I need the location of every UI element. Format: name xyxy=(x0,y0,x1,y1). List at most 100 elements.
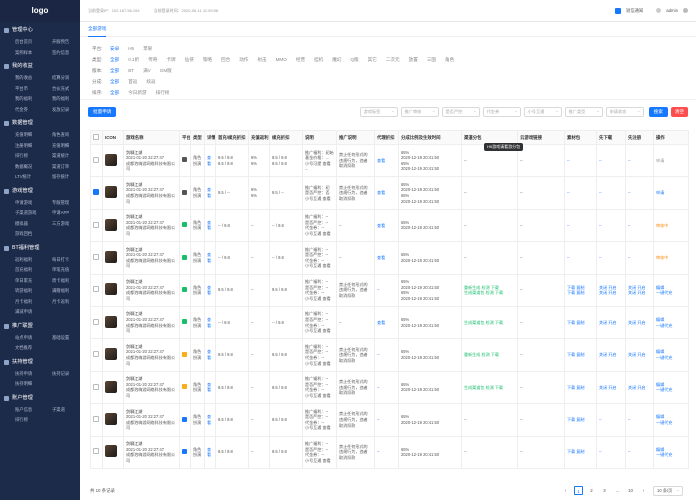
page-button[interactable]: 2 xyxy=(587,486,596,495)
filter-select[interactable]: 小号互通 xyxy=(523,106,562,117)
detail-link[interactable]: 查看 xyxy=(204,241,216,275)
sidebar-item[interactable]: 数据概况 xyxy=(4,162,39,173)
page-button[interactable]: ... xyxy=(613,486,622,495)
sidebar-item[interactable]: 单日累充 xyxy=(4,276,39,287)
sidebar-item[interactable]: 注册明细 xyxy=(4,141,39,152)
register-toggle[interactable]: 关闭 开启 xyxy=(625,370,654,405)
sidebar-item[interactable]: 扶持记录 xyxy=(41,369,76,380)
download-toggle[interactable]: 关闭 开启 关闭 开启 xyxy=(596,273,626,307)
sidebar-item[interactable]: 平台币 xyxy=(4,84,39,95)
sidebar-item[interactable]: LTV统计 xyxy=(4,172,39,183)
material-package[interactable]: 下载 复制 xyxy=(564,435,597,469)
sidebar-section-header[interactable]: 账户管理 xyxy=(4,392,76,405)
sidebar-item[interactable]: 专服管理 xyxy=(41,198,76,209)
material-package[interactable]: -- xyxy=(564,143,597,178)
agent-discount[interactable]: -- xyxy=(374,273,399,307)
filter-option[interactable]: 经营 xyxy=(296,57,305,63)
sidebar-item[interactable]: 子渠道 xyxy=(41,405,76,416)
table-row[interactable]: 剑聊江湖 2021-01-20 22:27:47 成都泡嗨游网络科技有限公司 角色 扮… xyxy=(90,403,689,437)
filter-option[interactable]: 全部 xyxy=(110,79,119,85)
sidebar-item[interactable]: 返利福利 xyxy=(4,255,39,266)
sidebar-item[interactable]: 文档推荐 xyxy=(4,343,39,354)
sidebar-section-header[interactable]: 管理中心 xyxy=(4,24,76,37)
download-toggle[interactable]: 关闭 开启 xyxy=(596,305,626,340)
filter-select[interactable]: 游戏标签 xyxy=(359,106,398,117)
page-button[interactable]: ‹ xyxy=(561,486,570,495)
channel-package[interactable]: 重新生成 检测 下载 生成渠道包 检测 下载 xyxy=(461,273,518,307)
page-size-select[interactable]: 10 条/页 xyxy=(653,485,683,496)
channel-package[interactable]: -- xyxy=(461,176,518,210)
detail-link[interactable]: 查看 xyxy=(204,403,216,437)
sidebar-item[interactable]: 我的收益 xyxy=(4,73,39,84)
sidebar-item[interactable]: 月卡返利 xyxy=(41,297,76,308)
table-row[interactable]: 剑聊江湖 2021-01-20 22:27:47 成都泡嗨游网络科技有限公司 角色 扮… xyxy=(90,305,689,340)
filter-option[interactable]: 放置 xyxy=(409,57,418,63)
bell-icon[interactable] xyxy=(656,8,662,13)
sidebar-item[interactable]: 账户信息 xyxy=(4,405,39,416)
sidebar-item[interactable]: 开服预告 xyxy=(41,37,76,48)
filter-option[interactable]: 排行榜 xyxy=(156,90,170,96)
sidebar-item[interactable]: 申请游戏 xyxy=(4,198,39,209)
filter-option[interactable]: 仙侠 xyxy=(185,57,194,63)
material-package[interactable]: 下载 复制 下载 复制 xyxy=(564,273,597,307)
channel-package[interactable]: -- xyxy=(461,241,518,275)
table-row[interactable]: 剑聊江湖 2021-01-20 22:27:47 成都泡嗨游网络科技有限公司 角色 扮… xyxy=(90,143,689,178)
sidebar-item[interactable]: 我的福利 xyxy=(41,94,76,105)
avatar[interactable] xyxy=(683,8,688,13)
sidebar-item[interactable]: 合伙充式 xyxy=(41,84,76,95)
row-checkbox[interactable] xyxy=(93,254,99,261)
agent-discount[interactable]: 查看 xyxy=(374,143,399,178)
filter-option[interactable]: BT xyxy=(128,68,134,73)
download-toggle[interactable]: -- xyxy=(596,241,626,275)
table-row[interactable]: 剑聊江湖 2021-01-20 22:27:47 成都泡嗨游网络科技有限公司 角色 扮… xyxy=(90,241,689,275)
sidebar-item[interactable]: 渠道订单 xyxy=(41,162,76,173)
sidebar-section-header[interactable]: 推广联盟 xyxy=(4,320,76,333)
sidebar-item[interactable]: 结算分润 xyxy=(41,73,76,84)
filter-select[interactable]: 申请状态 xyxy=(605,106,644,117)
row-actions[interactable]: 审核中 xyxy=(653,208,689,243)
filter-option[interactable]: 卡牌 xyxy=(166,57,175,63)
row-actions[interactable]: 编辑 一键代充 xyxy=(653,370,689,405)
detail-link[interactable]: 查看 xyxy=(204,305,216,340)
download-toggle[interactable]: 关闭 开启 xyxy=(596,370,626,405)
row-actions[interactable]: 审核中 xyxy=(653,241,689,275)
sidebar-item[interactable]: 转游福利 xyxy=(4,286,39,297)
filter-option[interactable]: 策略 xyxy=(203,57,212,63)
filter-option[interactable]: 二次元 xyxy=(386,57,400,63)
batch-apply-button[interactable]: 批量申请 xyxy=(88,106,117,117)
filter-option[interactable]: 魔幻 xyxy=(332,57,341,63)
register-toggle[interactable]: -- xyxy=(625,241,654,275)
table-row[interactable]: 剑聊江湖 2021-01-20 22:27:47 成都泡嗨游网络科技有限公司 角色 扮… xyxy=(90,435,689,469)
channel-package[interactable]: 生成渠道包 检测 下载 xyxy=(461,370,518,405)
sidebar-item[interactable]: 模拟器 xyxy=(4,219,39,230)
filter-select[interactable]: 推广审核 xyxy=(400,106,439,117)
register-toggle[interactable]: -- xyxy=(625,403,654,437)
filter-select[interactable]: 代金券 xyxy=(482,106,521,117)
sidebar-item[interactable]: 角色查询 xyxy=(41,130,76,141)
download-toggle[interactable]: -- xyxy=(596,403,626,437)
download-toggle[interactable]: -- xyxy=(596,208,626,243)
filter-option[interactable]: 续返 xyxy=(146,79,155,85)
sidebar-item[interactable]: 排行榜 xyxy=(4,151,39,162)
page-button[interactable]: 1 xyxy=(574,486,583,495)
sidebar-section-header[interactable]: 扶持管理 xyxy=(4,356,76,369)
filter-option[interactable]: H5 xyxy=(128,46,134,51)
sidebar-item[interactable]: 每日打卡 xyxy=(41,255,76,266)
row-checkbox[interactable] xyxy=(93,156,99,163)
sidebar-item[interactable]: 申请APP xyxy=(41,208,76,219)
row-checkbox[interactable] xyxy=(93,383,99,390)
row-checkbox[interactable] xyxy=(93,416,99,423)
filter-option[interactable]: 全部 xyxy=(110,90,119,96)
channel-package[interactable]: 生成渠道包 检测 下载 xyxy=(461,305,518,340)
sidebar-item[interactable]: 我的福利 xyxy=(4,94,39,105)
agent-discount[interactable]: 查看 xyxy=(374,241,399,275)
sidebar-item[interactable]: 子渠道游戏 xyxy=(4,208,39,219)
clear-button[interactable]: 清空 xyxy=(670,106,688,117)
sidebar-item[interactable]: 单笔充值 xyxy=(41,265,76,276)
channel-package[interactable]: 重新生成 检测 下载 xyxy=(461,338,518,372)
sidebar-item[interactable]: 扶持申请 xyxy=(4,369,39,380)
detail-link[interactable]: 查看 xyxy=(204,338,216,372)
download-toggle[interactable]: -- xyxy=(596,176,626,210)
download-toggle[interactable]: 关闭 开启 xyxy=(596,338,626,372)
filter-option[interactable]: Q版 xyxy=(350,57,358,63)
